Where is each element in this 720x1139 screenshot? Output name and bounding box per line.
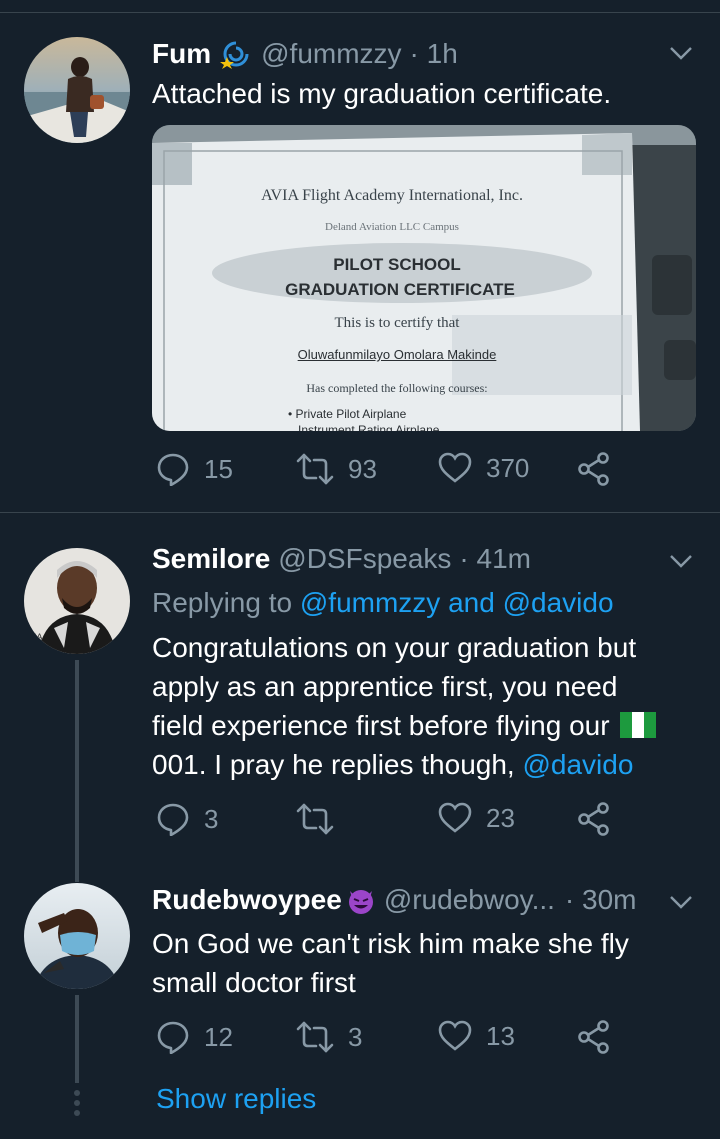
tweet-header: Semilore @DSFspeaks · 41m [152, 543, 531, 575]
more-replies-dots [74, 1090, 80, 1116]
tweet-text-line: small doctor first [152, 967, 356, 998]
retweet-action[interactable] [296, 802, 348, 836]
tweet-header: Rudebwoypee @rudebwoy... · 30m [152, 884, 636, 916]
author-name[interactable]: Rudebwoypee [152, 884, 342, 916]
reply-action[interactable]: 15 [156, 452, 233, 486]
mention-davido[interactable]: @davido [522, 749, 633, 780]
reply-count: 15 [204, 453, 233, 484]
reply-mention-fummzzy[interactable]: @fummzzy [300, 587, 440, 618]
tweet-actions: 3 23 [152, 802, 652, 842]
reply-icon [157, 803, 189, 836]
heart-icon [438, 452, 472, 483]
chevron-down-icon[interactable] [668, 889, 694, 915]
reply-action[interactable]: 3 [156, 802, 218, 836]
avatar-fum[interactable] [24, 37, 130, 143]
retweet-icon [296, 1021, 334, 1053]
tweet-time: · 1h [409, 38, 458, 69]
tweet-text: Congratulations on your graduation but a… [152, 628, 656, 784]
tweet-text-line-content: 001. I pray he replies though, [152, 749, 523, 780]
svg-text:HA: HA [30, 632, 43, 642]
tweet-text: On God we can't risk him make she fly sm… [152, 924, 629, 1002]
tweet-time: · 41m [459, 543, 531, 574]
share-icon [578, 452, 609, 486]
like-count: 370 [486, 452, 530, 483]
cert-course-1: • Private Pilot Airplane [288, 407, 407, 421]
author-name[interactable]: Fum [152, 38, 211, 70]
tweet-text-line: Congratulations on your graduation but [152, 632, 637, 663]
cert-certify: This is to certify that [334, 315, 460, 331]
reply-icon [157, 453, 189, 486]
author-handle[interactable]: @rudebwoy... [384, 884, 555, 916]
author-name[interactable]: Semilore [152, 543, 270, 575]
tweet-actions: 12 3 13 [152, 1020, 652, 1060]
replying-and: and [440, 587, 503, 618]
show-replies-link[interactable]: Show replies [156, 1083, 316, 1115]
tweet-text-line: On God we can't risk him make she fly [152, 928, 629, 959]
thread-line [75, 660, 79, 882]
retweet-icon [296, 803, 334, 835]
tweet-text-line: field experience first before flying our [152, 706, 656, 745]
replying-prefix: Replying to [152, 587, 300, 618]
tweet-divider [0, 512, 720, 513]
reply-icon [157, 1021, 189, 1054]
cert-title-line2: GRADUATION CERTIFICATE [285, 280, 515, 299]
tweet-time: · 30m [564, 884, 637, 915]
retweet-count: 3 [348, 1021, 363, 1052]
tweet-header: Fum @fummzzy · 1h [152, 38, 458, 70]
tweet-text-line: 001. I pray he replies though, @davido [152, 745, 656, 784]
share-icon [578, 802, 609, 836]
nigeria-flag-icon [619, 711, 656, 738]
cert-academy: AVIA Flight Academy International, Inc. [261, 187, 523, 204]
retweet-icon [296, 453, 334, 485]
share-action[interactable] [578, 802, 610, 836]
retweet-action[interactable]: 93 [296, 452, 377, 486]
like-action[interactable]: 23 [438, 802, 515, 834]
share-action[interactable] [578, 452, 610, 486]
dizzy-emoji-icon [220, 41, 249, 69]
author-handle[interactable]: @DSFspeaks [278, 543, 451, 575]
cert-campus: Deland Aviation LLC Campus [325, 221, 459, 233]
cert-completed: Has completed the following courses: [306, 381, 488, 395]
avatar-semilore[interactable]: HA [24, 548, 130, 654]
author-handle[interactable]: @fummzzy [261, 38, 401, 70]
retweet-action[interactable]: 3 [296, 1020, 362, 1054]
reply-count: 3 [204, 803, 219, 834]
smiling-devil-emoji-icon [348, 890, 373, 914]
like-action[interactable]: 13 [438, 1020, 515, 1052]
top-divider [0, 12, 720, 13]
tweet-actions: 15 93 370 [152, 452, 652, 492]
avatar-rudebwoypee[interactable] [24, 883, 130, 989]
share-action[interactable] [578, 1020, 610, 1054]
certificate-image[interactable]: AVIA Flight Academy International, Inc. … [152, 125, 696, 431]
like-action[interactable]: 370 [438, 452, 529, 484]
heart-icon [438, 802, 472, 833]
thread-line [75, 995, 79, 1083]
cert-course-2: Instrument Rating Airplane [298, 423, 440, 431]
chevron-down-icon[interactable] [668, 548, 694, 574]
like-count: 23 [486, 802, 515, 833]
replying-to: Replying to @fummzzy and @davido [152, 583, 614, 622]
cert-recipient: Oluwafunmilayo Omolara Makinde [297, 347, 497, 362]
reply-mention-davido[interactable]: @davido [503, 587, 614, 618]
retweet-count: 93 [348, 453, 377, 484]
heart-icon [438, 1020, 472, 1051]
cert-title-line1: PILOT SCHOOL [333, 255, 461, 274]
chevron-down-icon[interactable] [668, 40, 694, 66]
tweet-text: Attached is my graduation certificate. [152, 78, 612, 109]
tweet-text-line-content: field experience first before flying our [152, 710, 610, 741]
reply-action[interactable]: 12 [156, 1020, 233, 1054]
reply-count: 12 [204, 1021, 233, 1052]
like-count: 13 [486, 1020, 515, 1051]
share-icon [578, 1020, 609, 1054]
tweet-text-line: apply as an apprentice first, you need [152, 671, 618, 702]
